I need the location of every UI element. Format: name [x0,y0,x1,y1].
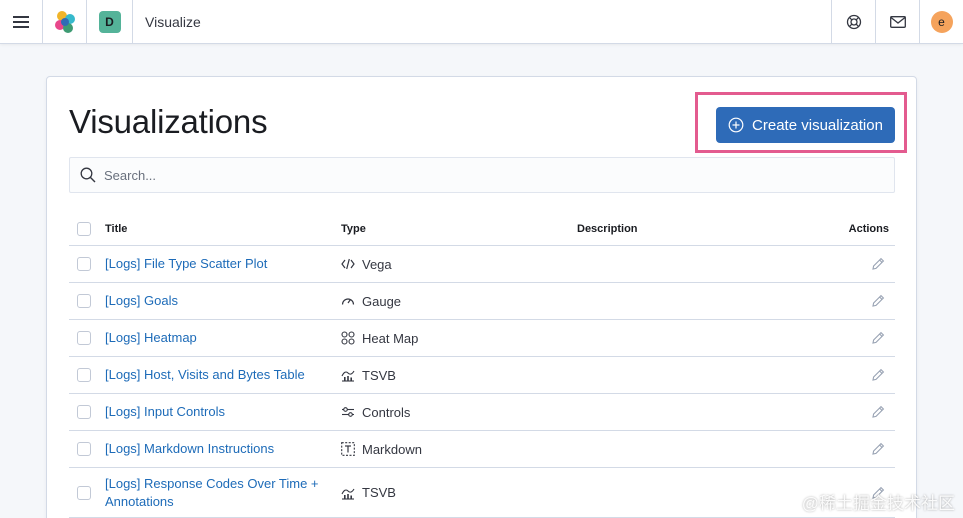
search-icon [80,167,96,183]
visualization-type: Controls [362,404,411,420]
code-icon [341,257,355,271]
hamburger-menu-icon [13,15,29,28]
visualization-title-link[interactable]: [Logs] Host, Visits and Bytes Table [105,367,305,382]
row-checkbox[interactable] [77,331,91,345]
mail-icon [889,15,906,28]
visualization-title-link[interactable]: [Logs] File Type Scatter Plot [105,256,267,271]
breadcrumb: Visualize [133,0,831,43]
gauge-icon [341,294,355,308]
space-avatar: D [98,10,121,33]
plus-in-circle-icon [728,117,744,133]
row-checkbox[interactable] [77,257,91,271]
visualization-title-link[interactable]: [Logs] Markdown Instructions [105,441,274,456]
row-checkbox[interactable] [77,405,91,419]
user-avatar: e [930,10,953,33]
create-visualization-button[interactable]: Create visualization [716,107,895,143]
heatmap-icon [341,331,355,345]
controls-icon [341,405,355,419]
pencil-edit-icon[interactable] [871,368,885,382]
help-button[interactable] [831,0,875,43]
search-input[interactable] [104,167,864,183]
table-row: [Logs] Response Codes Over Time + Annotat… [69,468,895,518]
visualization-title-link[interactable]: [Logs] Goals [105,293,178,308]
visualization-title-link[interactable]: [Logs] Input Controls [105,404,225,419]
column-header-type[interactable]: Type [341,223,577,235]
pencil-edit-icon[interactable] [871,405,885,419]
menu-button[interactable] [0,0,43,43]
table-row: [Logs] Host, Visits and Bytes Table TSVB [69,357,895,394]
newsfeed-button[interactable] [875,0,919,43]
row-checkbox[interactable] [77,442,91,456]
visualization-title-link[interactable]: [Logs] Heatmap [105,330,197,345]
user-menu-button[interactable]: e [919,0,963,43]
pencil-edit-icon[interactable] [871,257,885,271]
row-checkbox[interactable] [77,485,91,500]
watermark: @稀土掘金技术社区 [801,494,955,513]
column-header-title[interactable]: Title [105,223,341,235]
pencil-edit-icon[interactable] [871,294,885,308]
table-row: [Logs] File Type Scatter Plot Vega [69,246,895,283]
column-header-description: Description [577,223,638,235]
visualization-type: TSVB [362,367,396,383]
pencil-edit-icon[interactable] [871,442,885,456]
markdown-icon [341,442,355,456]
visualization-type: Heat Map [362,330,419,346]
visualizations-table: Title Type Description Actions [Logs] Fi… [69,213,895,518]
pencil-edit-icon[interactable] [871,331,885,345]
page-title: Visualizations [69,103,268,140]
elastic-logo-icon [54,10,75,33]
table-header: Title Type Description Actions [69,213,895,246]
create-visualization-label: Create visualization [752,116,883,134]
table-row: [Logs] Markdown Instructions Markdown [69,431,895,468]
visualization-title-link[interactable]: [Logs] Response Codes Over Time + Annotat… [105,476,319,509]
title-line: [Logs] Response Codes Over Time + [105,475,319,491]
visualizations-panel: Visualizations Create visualization Titl… [46,76,917,518]
row-checkbox[interactable] [77,368,91,382]
column-header-actions: Actions [848,223,889,235]
row-checkbox[interactable] [77,294,91,308]
table-row: [Logs] Input Controls Controls [69,394,895,431]
search-bar [69,157,895,193]
breadcrumb-current: Visualize [145,13,201,30]
select-all-checkbox[interactable] [77,222,91,236]
help-lifebuoy-icon [846,14,861,29]
tsvb-icon [341,486,355,500]
visualization-type: Vega [362,256,392,272]
table-row: [Logs] Goals Gauge [69,283,895,320]
visualization-type: TSVB [362,485,396,500]
top-header: D Visualize e [0,0,963,44]
header-actions: e [831,0,963,43]
visualization-type: Gauge [362,293,402,309]
elastic-logo-link[interactable] [43,0,87,43]
title-line: Annotations [105,493,174,509]
tsvb-icon [341,368,355,382]
table-row: [Logs] Heatmap Heat Map [69,320,895,357]
space-selector[interactable]: D [87,0,133,43]
visualization-type: Markdown [362,441,422,457]
